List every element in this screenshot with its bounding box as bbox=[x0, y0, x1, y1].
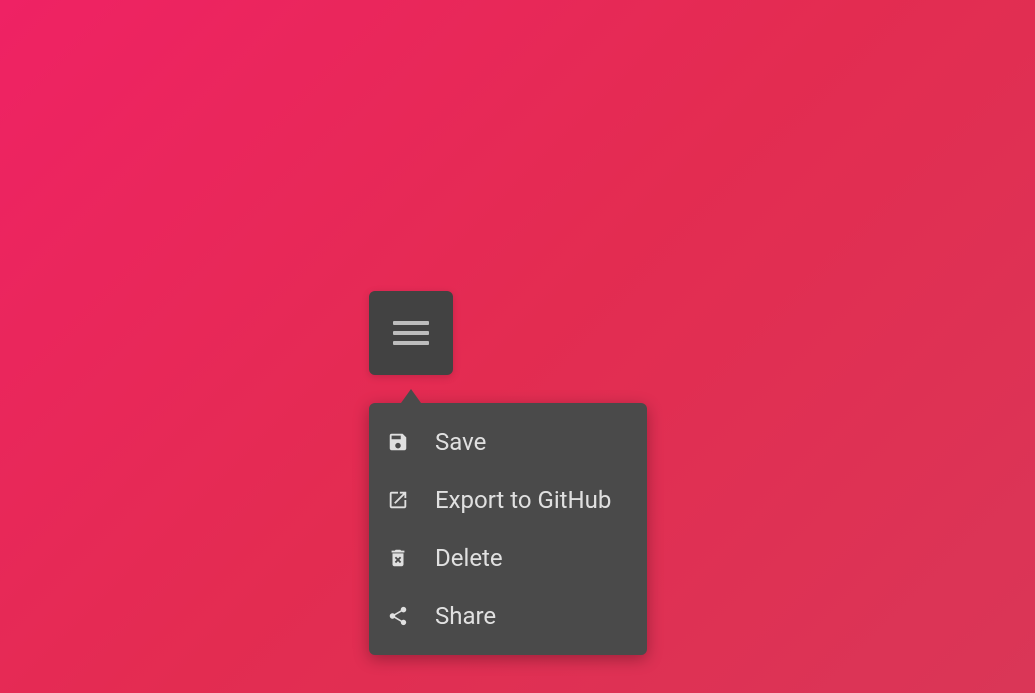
menu-item-export[interactable]: Export to GitHub bbox=[369, 471, 647, 529]
menu-item-label: Delete bbox=[435, 544, 503, 572]
menu-item-delete[interactable]: Delete bbox=[369, 529, 647, 587]
menu-popover: Save Export to GitHub Delete Share bbox=[369, 403, 647, 655]
menu-item-save[interactable]: Save bbox=[369, 413, 647, 471]
save-icon bbox=[387, 431, 409, 453]
menu-item-label: Save bbox=[435, 428, 486, 456]
menu-button[interactable] bbox=[369, 291, 453, 375]
menu-item-share[interactable]: Share bbox=[369, 587, 647, 645]
export-icon bbox=[387, 489, 409, 511]
delete-icon bbox=[387, 547, 409, 569]
share-icon bbox=[387, 605, 409, 627]
menu-item-label: Export to GitHub bbox=[435, 486, 611, 514]
hamburger-icon bbox=[393, 321, 429, 345]
menu-item-label: Share bbox=[435, 602, 496, 630]
